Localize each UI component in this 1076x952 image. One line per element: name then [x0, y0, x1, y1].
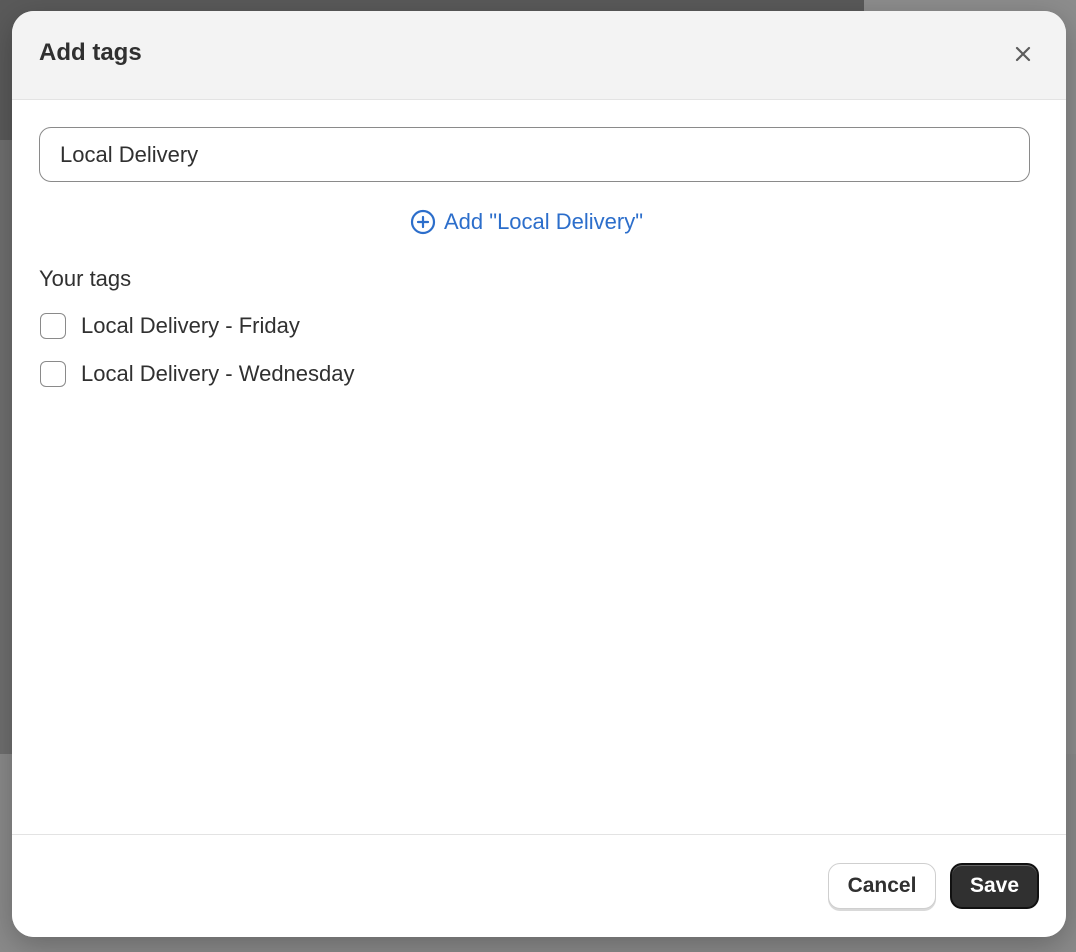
modal-footer: Cancel Save: [12, 834, 1066, 937]
tag-option-label: Local Delivery - Friday: [81, 313, 300, 338]
add-tag-link[interactable]: Add "Local Delivery": [410, 207, 643, 237]
plus-circle-icon: [410, 209, 436, 235]
add-tag-label: Add "Local Delivery": [444, 209, 644, 234]
tag-option-label: Local Delivery - Wednesday: [81, 361, 355, 386]
tag-search-input[interactable]: [39, 127, 1030, 182]
tag-option-friday[interactable]: Local Delivery - Friday: [40, 313, 300, 339]
your-tags-heading: Your tags: [39, 266, 132, 291]
tag-option-wednesday[interactable]: Local Delivery - Wednesday: [40, 361, 355, 387]
checkbox[interactable]: [40, 361, 66, 387]
close-icon: [1015, 46, 1031, 62]
add-tags-modal: Add tags Add "Local Delivery" Your tags …: [12, 11, 1066, 937]
modal-title: Add tags: [39, 39, 142, 66]
cancel-button[interactable]: Cancel: [828, 863, 936, 909]
checkbox[interactable]: [40, 313, 66, 339]
save-button[interactable]: Save: [950, 863, 1039, 909]
modal-header: Add tags: [12, 11, 1066, 100]
close-button[interactable]: [1006, 37, 1040, 71]
